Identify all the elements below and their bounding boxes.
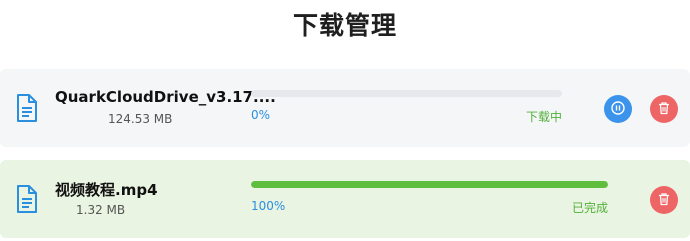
trash-icon [657,191,671,210]
file-size: 124.53 MB [108,112,173,126]
file-size: 1.32 MB [76,203,126,217]
progress-fill [251,181,608,188]
status-label: 已完成 [572,201,609,215]
progress-percent: 0% [251,108,271,122]
page-title: 下载管理 [292,11,397,40]
status-label: 下载中 [526,110,563,124]
file-name: 视频教程.mp4 [55,181,158,199]
progress-percent: 100% [251,199,286,213]
delete-button[interactable] [650,186,678,214]
pause-button[interactable] [604,95,632,123]
delete-button[interactable] [650,95,678,123]
file-name: QuarkCloudDrive_v3.17.... [55,88,276,106]
document-icon [16,185,38,213]
pause-icon [611,100,625,119]
download-item: QuarkCloudDrive_v3.17.... 124.53 MB 0% 下… [0,69,690,147]
trash-icon [657,100,671,119]
progress-bar [251,90,562,97]
progress-bar [251,181,608,188]
download-item: 视频教程.mp4 1.32 MB 100% 已完成 [0,160,690,238]
document-icon [16,94,38,122]
